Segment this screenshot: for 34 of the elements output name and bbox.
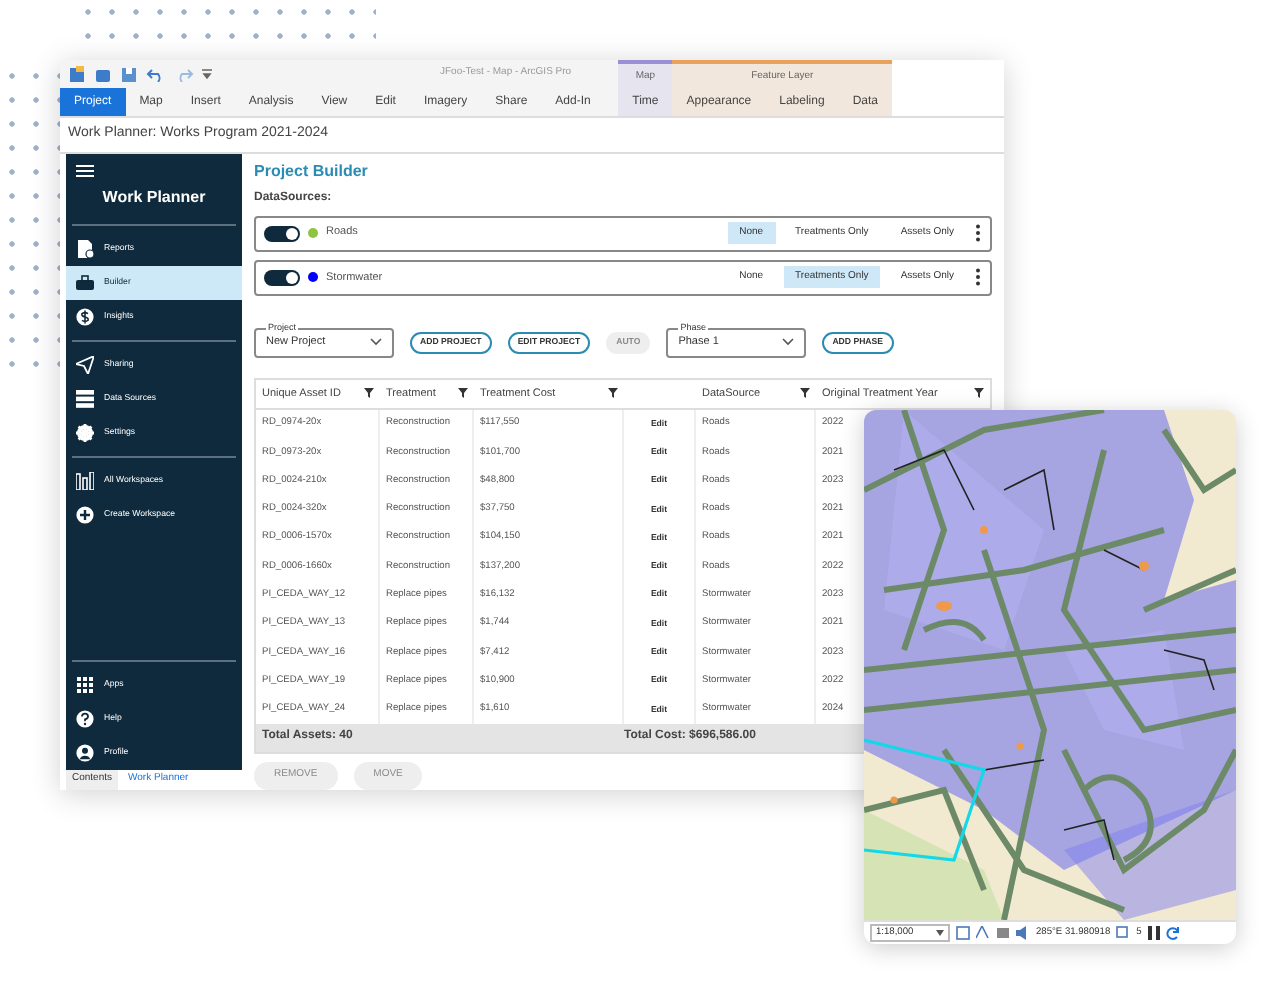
filter-icon[interactable] — [608, 388, 618, 399]
refresh-icon[interactable] — [1165, 926, 1180, 940]
grid-icon — [76, 676, 94, 694]
speaker-icon[interactable] — [1016, 926, 1030, 940]
pause-icon[interactable] — [1147, 926, 1160, 940]
database-icon — [76, 389, 94, 408]
chevron-down-icon — [370, 338, 382, 347]
customize-icon[interactable] — [202, 68, 212, 80]
dollar-icon — [76, 307, 94, 326]
paper-plane-icon — [76, 355, 94, 374]
document-icon — [76, 239, 94, 258]
filter-icon[interactable] — [974, 388, 984, 399]
toolbox-icon — [76, 273, 94, 292]
plus-circle-icon — [76, 505, 94, 524]
selection-icon[interactable] — [1116, 926, 1131, 940]
filter-icon[interactable] — [364, 388, 374, 399]
filter-icon[interactable] — [800, 388, 810, 399]
help-icon — [76, 710, 94, 728]
gear-icon — [76, 423, 94, 442]
section-title: Project Builder — [254, 159, 370, 183]
user-icon — [76, 744, 94, 762]
new-project-icon[interactable] — [68, 65, 86, 83]
chevron-down-icon — [782, 338, 795, 347]
undo-icon[interactable] — [146, 66, 166, 82]
more-icon[interactable] — [974, 268, 982, 287]
bar-chart-icon — [76, 471, 94, 490]
toggle-switch[interactable] — [264, 225, 300, 242]
menu-icon[interactable] — [76, 163, 94, 177]
sidebar-title: Work Planner — [102, 185, 206, 210]
more-icon[interactable] — [974, 224, 982, 243]
chevron-down-icon — [936, 930, 944, 936]
toggle-switch[interactable] — [264, 269, 300, 286]
save-icon[interactable] — [120, 65, 138, 83]
filter-icon[interactable] — [458, 388, 468, 399]
